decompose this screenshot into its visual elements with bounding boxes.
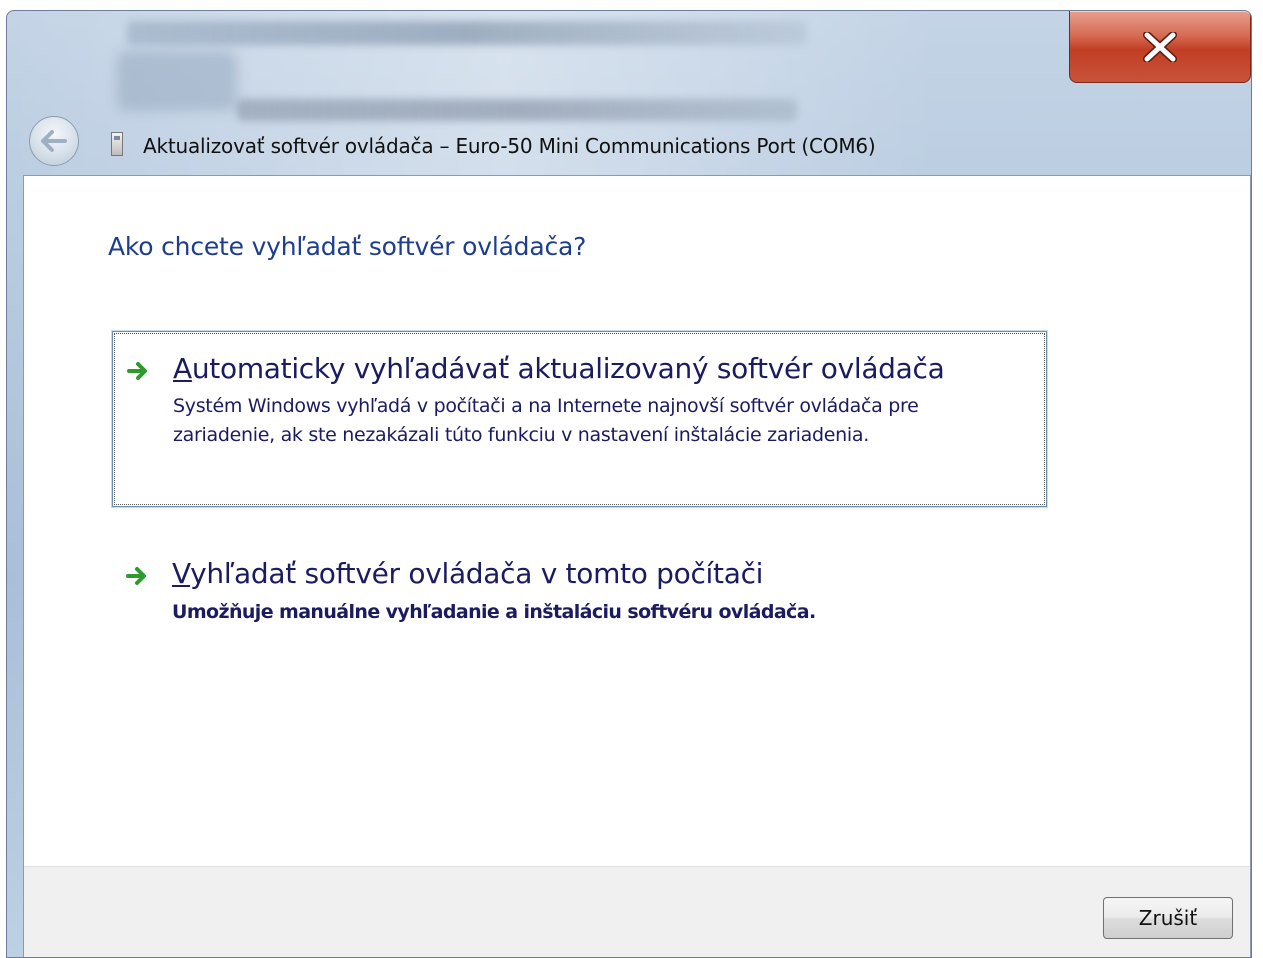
option-title: Automaticky vyhľadávať aktualizovaný sof… [173, 352, 945, 385]
green-arrow-icon [126, 567, 146, 585]
background-blur [127, 21, 807, 45]
close-button[interactable] [1069, 11, 1251, 83]
page-heading: Ako chcete vyhľadať softvér ovládača? [108, 232, 587, 261]
browse-computer-option[interactable]: Vyhľadať softvér ovládača v tomto počíta… [112, 544, 1047, 644]
dialog-footer: Zrušiť [24, 866, 1250, 957]
back-button[interactable] [29, 116, 79, 166]
option-title: Vyhľadať softvér ovládača v tomto počíta… [172, 557, 764, 590]
background-blur [237, 99, 797, 121]
option-description: Umožňuje manuálne vyhľadanie a inštaláci… [172, 601, 816, 623]
search-automatically-option[interactable]: Automaticky vyhľadávať aktualizovaný sof… [112, 331, 1047, 507]
device-port-icon [111, 132, 123, 156]
background-blur [117, 51, 237, 111]
green-arrow-icon [127, 362, 147, 380]
back-arrow-icon [41, 130, 67, 152]
dialog-content: Ako chcete vyhľadať softvér ovládača? Au… [23, 175, 1251, 957]
close-icon [1143, 31, 1177, 62]
cancel-button[interactable]: Zrušiť [1103, 897, 1233, 939]
option-description: Systém Windows vyhľadá v počítači a na I… [173, 395, 919, 446]
window-title: Aktualizovať softvér ovládača – Euro-50 … [143, 134, 876, 158]
window-frame: Aktualizovať softvér ovládača – Euro-50 … [6, 10, 1252, 958]
